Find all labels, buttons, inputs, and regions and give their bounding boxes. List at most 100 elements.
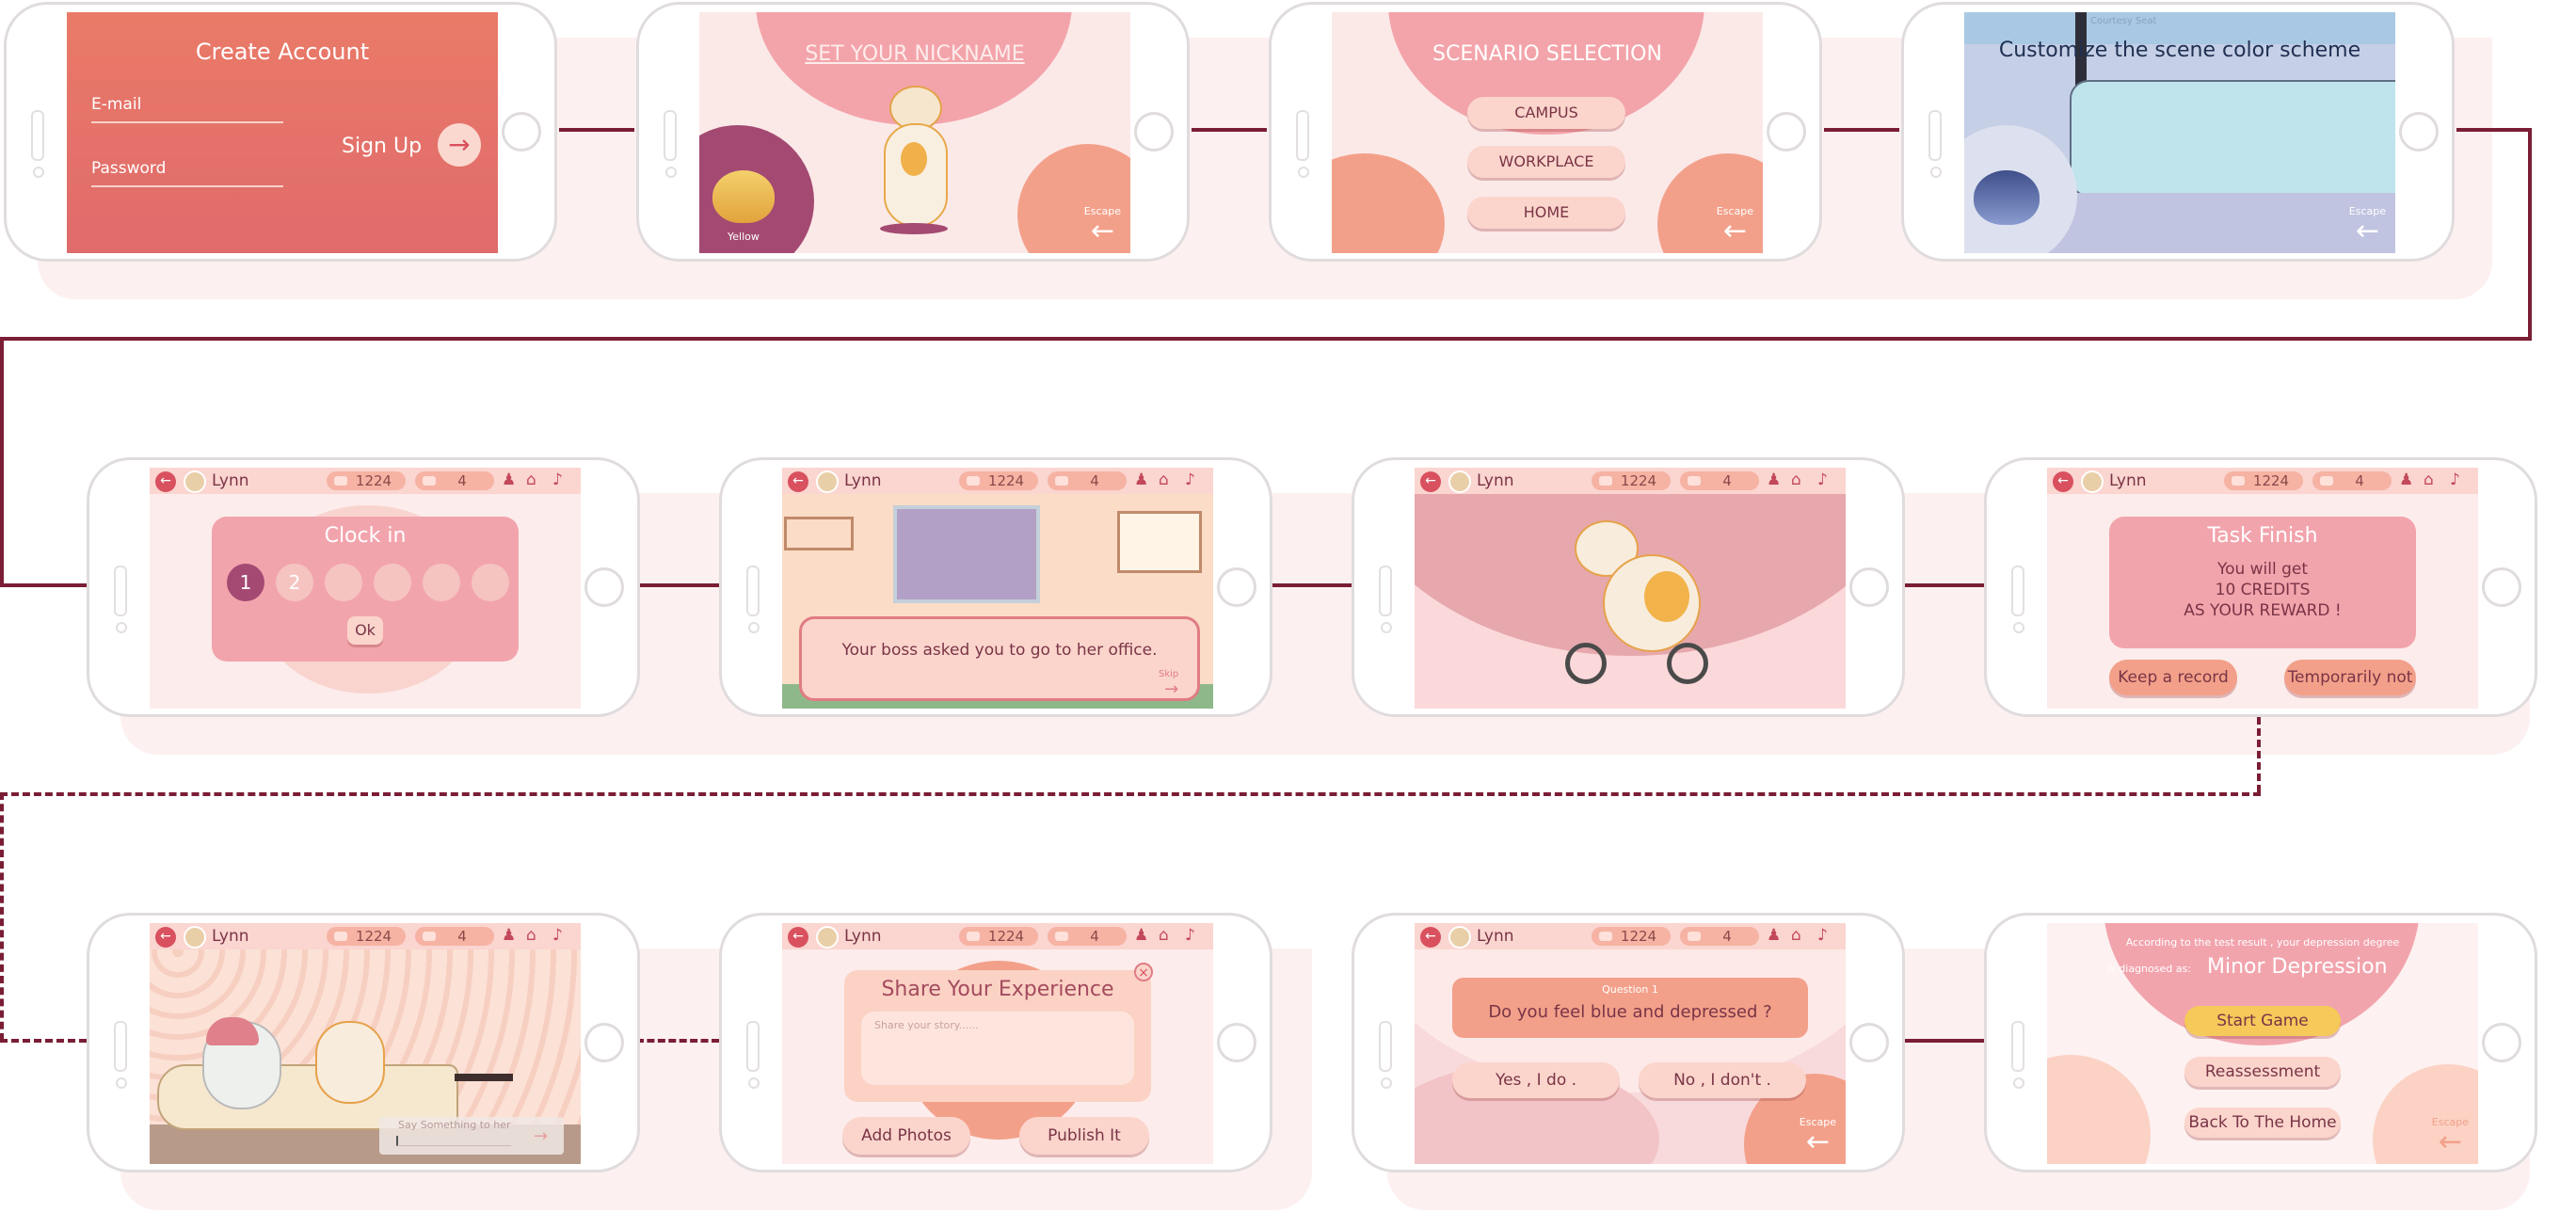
music-icon[interactable]: ♪ <box>552 926 563 945</box>
scenario-campus-button[interactable]: CAMPUS <box>1467 97 1625 129</box>
avatar[interactable] <box>1448 926 1471 949</box>
escape-button[interactable]: Escape ← <box>2432 1116 2469 1156</box>
home-button[interactable] <box>1134 112 1174 152</box>
phone-create-account: Create Account E-mail Password Sign Up → <box>4 2 557 262</box>
top-hud: ← Lynn 1224 4 ♟ ⌂ ♪ <box>150 923 581 949</box>
home-button[interactable] <box>1767 112 1806 152</box>
home-button[interactable] <box>1849 1023 1889 1062</box>
no-button[interactable]: No , I don't . <box>1639 1062 1806 1098</box>
reassessment-button[interactable]: Reassessment <box>2184 1057 2341 1087</box>
publish-button[interactable]: Publish It <box>1019 1117 1149 1155</box>
connector-dashed <box>636 1039 719 1043</box>
connector-dashed <box>0 792 2261 796</box>
yes-button[interactable]: Yes , I do . <box>1452 1062 1620 1098</box>
music-icon[interactable]: ♪ <box>1817 926 1828 945</box>
back-icon[interactable]: ← <box>788 471 808 492</box>
home-icon[interactable]: ⌂ <box>526 470 536 489</box>
speaker <box>664 110 677 161</box>
signup-button[interactable]: Sign Up → <box>342 123 481 170</box>
home-button[interactable] <box>1217 567 1256 607</box>
home-icon[interactable]: ⌂ <box>2424 470 2434 489</box>
cat-icon[interactable]: ♟ <box>502 926 516 945</box>
escape-button[interactable]: Escape ← <box>1084 205 1121 246</box>
day-5[interactable] <box>423 564 460 601</box>
home-button[interactable] <box>1217 1023 1256 1062</box>
temporarily-not-button[interactable]: Temporarily not <box>2284 660 2416 695</box>
back-home-button[interactable]: Back To The Home <box>2184 1108 2341 1138</box>
email-field[interactable] <box>91 121 283 123</box>
back-icon[interactable]: ← <box>788 927 808 948</box>
home-button[interactable] <box>2482 1023 2521 1062</box>
music-icon[interactable]: ♪ <box>1817 470 1828 489</box>
scenario-workplace-button[interactable]: WORKPLACE <box>1467 146 1625 178</box>
cat-icon[interactable]: ♟ <box>1134 470 1148 489</box>
camera <box>116 622 127 633</box>
back-icon[interactable]: ← <box>1420 471 1441 492</box>
phone-customize-color: Courtesy Seat Customize the scene color … <box>1901 2 2455 262</box>
home-icon[interactable]: ⌂ <box>1159 470 1169 489</box>
nickname-input[interactable]: SET YOUR NICKNAME <box>699 42 1130 66</box>
escape-button[interactable]: Escape ← <box>2349 205 2386 246</box>
coin-count: 1224 <box>327 471 406 490</box>
home-button[interactable] <box>502 112 541 152</box>
day-2[interactable]: 2 <box>276 564 313 601</box>
home-icon[interactable]: ⌂ <box>526 926 536 945</box>
avatar[interactable] <box>184 470 206 493</box>
music-icon[interactable]: ♪ <box>1185 926 1195 945</box>
skip-button[interactable]: Skip → <box>1159 669 1178 699</box>
camera <box>1381 622 1392 633</box>
cat-illustration <box>880 86 948 236</box>
arrow-left-icon: ← <box>1805 1125 1830 1158</box>
camera <box>33 167 44 178</box>
decor-cat-left <box>2047 1055 2151 1164</box>
back-icon[interactable]: ← <box>2053 471 2073 492</box>
cat-icon[interactable]: ♟ <box>2399 470 2413 489</box>
panel-title: Clock in <box>324 524 407 548</box>
phone-question: ← Lynn 1224 4 ♟ ⌂ ♪ Question 1 Do you fe… <box>1352 913 1905 1172</box>
back-icon[interactable]: ← <box>155 471 176 492</box>
connector <box>0 337 4 587</box>
avatar[interactable] <box>184 926 206 949</box>
day-3[interactable] <box>325 564 362 601</box>
back-icon[interactable]: ← <box>155 927 176 948</box>
chat-cursor <box>396 1136 511 1146</box>
screen-cat-bike: ← Lynn 1224 4 ♟ ⌂ ♪ <box>1415 468 1846 709</box>
music-icon[interactable]: ♪ <box>1185 470 1195 489</box>
chat-input[interactable]: Say Something to her <box>398 1119 511 1131</box>
music-icon[interactable]: ♪ <box>2450 470 2460 489</box>
add-photos-button[interactable]: Add Photos <box>842 1117 970 1155</box>
escape-button[interactable]: Escape ← <box>1717 205 1753 246</box>
cat-icon[interactable]: ♟ <box>1767 926 1781 945</box>
keep-record-button[interactable]: Keep a record <box>2109 660 2237 695</box>
scenario-home-button[interactable]: HOME <box>1467 197 1625 229</box>
avatar[interactable] <box>1448 470 1471 493</box>
arrow-left-icon: ← <box>2438 1125 2462 1158</box>
day-4[interactable] <box>374 564 411 601</box>
home-icon[interactable]: ⌂ <box>1791 470 1801 489</box>
home-button[interactable] <box>1849 567 1889 607</box>
avatar[interactable] <box>816 470 839 493</box>
avatar[interactable] <box>816 926 839 949</box>
escape-button[interactable]: Escape ← <box>1800 1116 1836 1156</box>
cat-icon[interactable]: ♟ <box>502 470 516 489</box>
home-button[interactable] <box>584 1023 624 1062</box>
home-button[interactable] <box>584 567 624 607</box>
avatar[interactable] <box>2081 470 2104 493</box>
day-1[interactable]: 1 <box>227 564 264 601</box>
cat-icon[interactable]: ♟ <box>1134 926 1148 945</box>
day-6[interactable] <box>472 564 509 601</box>
back-icon[interactable]: ← <box>1420 927 1441 948</box>
cat-icon[interactable]: ♟ <box>1767 470 1781 489</box>
speaker <box>114 566 127 616</box>
home-icon[interactable]: ⌂ <box>1791 926 1801 945</box>
ok-button[interactable]: Ok <box>347 616 383 645</box>
question-label: Question 1 <box>1602 983 1658 996</box>
signup-label: Sign Up <box>342 135 423 158</box>
home-button[interactable] <box>2399 112 2439 152</box>
send-arrow-icon[interactable]: → <box>534 1126 548 1146</box>
start-game-button[interactable]: Start Game <box>2184 1006 2341 1036</box>
home-icon[interactable]: ⌂ <box>1159 926 1169 945</box>
music-icon[interactable]: ♪ <box>552 470 563 489</box>
password-field[interactable] <box>91 185 283 187</box>
home-button[interactable] <box>2482 567 2521 607</box>
